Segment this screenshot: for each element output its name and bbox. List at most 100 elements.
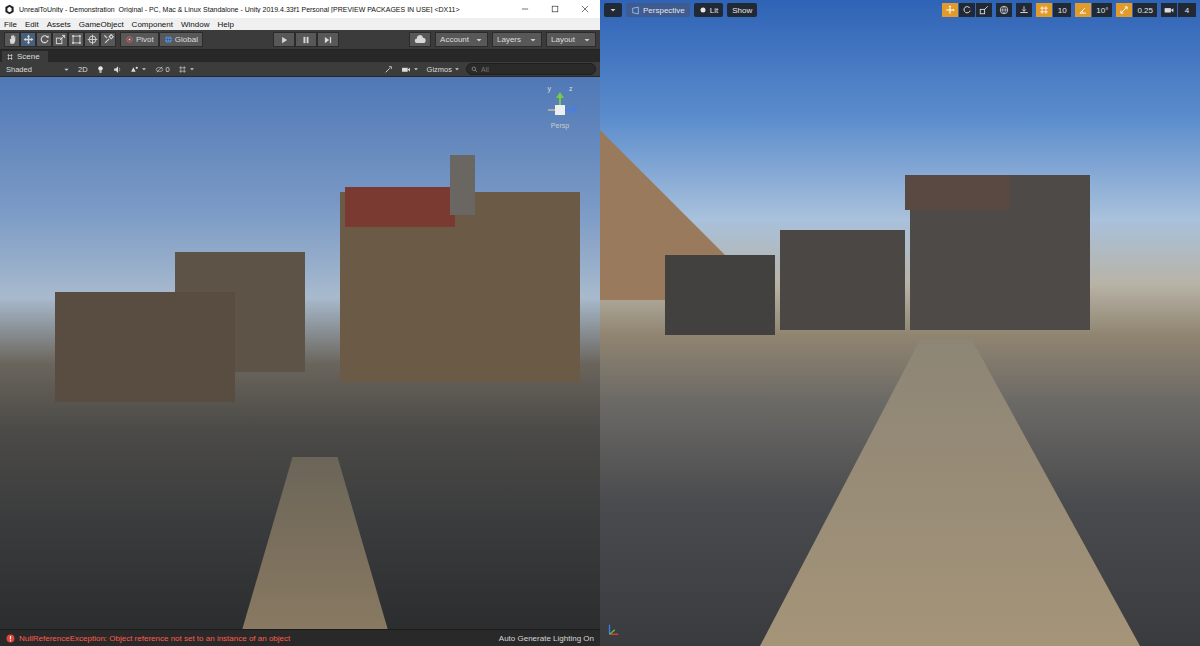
globe-icon (164, 35, 173, 44)
transform-tool-button[interactable] (942, 3, 958, 17)
viewport-options-button[interactable] (604, 3, 622, 17)
transform-tool-button[interactable] (976, 3, 992, 17)
dropdown-arrow-icon (63, 66, 70, 73)
eye-off-icon (155, 65, 164, 74)
pause-button[interactable] (295, 32, 317, 47)
axis-icon (606, 622, 620, 636)
orientation-gizmo[interactable]: yzPersp (540, 85, 580, 129)
transform-tool-button[interactable] (959, 3, 975, 17)
camera-speed-button[interactable] (1161, 3, 1177, 17)
snap-kind (1039, 5, 1049, 15)
transform-tool-icon (87, 34, 98, 45)
menu-item[interactable]: Help (217, 20, 233, 29)
minimize-icon (520, 4, 530, 14)
camera-speed-group: 4 (1161, 3, 1196, 17)
close-button[interactable] (570, 0, 600, 18)
effects-icon (130, 65, 139, 74)
camera-speed-value[interactable]: 4 (1178, 3, 1196, 17)
menu-item[interactable]: File (4, 20, 17, 29)
dropdown-arrow-icon (583, 36, 591, 44)
show-button[interactable]: Show (727, 3, 757, 17)
cloud-button[interactable] (409, 32, 431, 47)
scene-tab-label: Scene (17, 52, 40, 61)
projection-label[interactable]: Persp (551, 122, 569, 129)
surface-snapping-button[interactable] (1016, 3, 1032, 17)
tool-button[interactable] (52, 32, 68, 47)
gizmos-dropdown[interactable]: Gizmos (425, 65, 462, 74)
world-space-button[interactable] (996, 3, 1012, 17)
scene-toolbar: Shaded 2D 0 Gizmos (0, 62, 600, 77)
window-title: UnrealToUnity - Demonstration_Original -… (19, 6, 506, 13)
gizmos-label: Gizmos (427, 65, 452, 74)
pivot-button[interactable]: Pivot (120, 32, 159, 47)
dropdown-arrow-icon (529, 36, 537, 44)
layout-dropdown[interactable]: Layout (546, 32, 596, 47)
tools-toggle[interactable] (382, 65, 395, 74)
scene-search[interactable] (466, 63, 596, 75)
scene-view[interactable]: yzPersp (0, 77, 600, 629)
scale-snap-value[interactable]: 0.25 (1133, 3, 1157, 17)
dropdown-arrow-icon (454, 66, 460, 72)
building (450, 155, 475, 215)
menu-item[interactable]: Assets (47, 20, 71, 29)
dropdown-arrow-icon (475, 36, 483, 44)
shading-dropdown[interactable]: Shaded (4, 65, 72, 74)
scale-snap-toggle[interactable] (1116, 3, 1132, 17)
menu-item[interactable]: GameObject (79, 20, 124, 29)
grid-dropdown[interactable] (176, 65, 197, 74)
audio-toggle[interactable] (111, 65, 124, 74)
perspective-label: Perspective (643, 6, 685, 15)
minimize-button[interactable] (510, 0, 540, 18)
handle-group: PivotGlobal (120, 32, 203, 47)
effects-dropdown[interactable] (128, 65, 149, 74)
step-button[interactable] (317, 32, 339, 47)
menu-item[interactable]: Component (132, 20, 173, 29)
2d-toggle[interactable]: 2D (76, 65, 90, 74)
layers-dropdown[interactable]: Layers (492, 32, 542, 47)
tool-button[interactable] (36, 32, 52, 47)
hidden-objects-toggle[interactable]: 0 (153, 65, 172, 74)
grid-snap-toggle[interactable] (1036, 3, 1052, 17)
rotation-snap-icon (1078, 5, 1088, 15)
tool-button[interactable] (4, 32, 20, 47)
scene-tab[interactable]: Scene (2, 51, 48, 62)
camera-icon (401, 65, 411, 74)
building (55, 292, 235, 402)
rotation-snap-toggle[interactable] (1075, 3, 1091, 17)
error-message[interactable]: NullReferenceException: Object reference… (19, 634, 495, 643)
account-dropdown[interactable]: Account (435, 32, 488, 47)
status-bar: NullReferenceException: Object reference… (0, 629, 600, 646)
camera-icon (1164, 5, 1174, 15)
tool-kind (23, 34, 34, 45)
pause-icon (301, 35, 311, 45)
bridge (240, 457, 390, 629)
search-field[interactable] (481, 65, 591, 74)
snap-kind (1078, 5, 1088, 15)
scale-snap-icon (1119, 5, 1129, 15)
perspective-button[interactable]: Perspective (626, 3, 690, 17)
tool-button[interactable] (68, 32, 84, 47)
grid-icon (178, 65, 187, 74)
rect-tool-icon (71, 34, 82, 45)
lighting-toggle[interactable] (94, 65, 107, 74)
play-button[interactable] (273, 32, 295, 47)
axis-indicator (606, 622, 620, 640)
dropdown-arrow-icon (413, 66, 419, 72)
light-bulb-icon (96, 65, 105, 74)
rotation-snap-value[interactable]: 10° (1092, 3, 1112, 17)
menu-item[interactable]: Window (181, 20, 209, 29)
menu-item[interactable]: Edit (25, 20, 39, 29)
tool-button[interactable] (20, 32, 36, 47)
maximize-button[interactable] (540, 0, 570, 18)
bridge (740, 340, 1140, 646)
camera-dropdown[interactable] (399, 65, 421, 74)
global-button[interactable]: Global (159, 32, 203, 47)
grid-snap-value[interactable]: 10 (1053, 3, 1071, 17)
tool-button[interactable] (100, 32, 116, 47)
unity-logo-icon (4, 4, 15, 15)
tool-kind (7, 34, 18, 45)
translate-tool-icon (945, 5, 955, 15)
play-controls (273, 32, 339, 47)
tool-button[interactable] (84, 32, 100, 47)
lit-button[interactable]: Lit (694, 3, 723, 17)
